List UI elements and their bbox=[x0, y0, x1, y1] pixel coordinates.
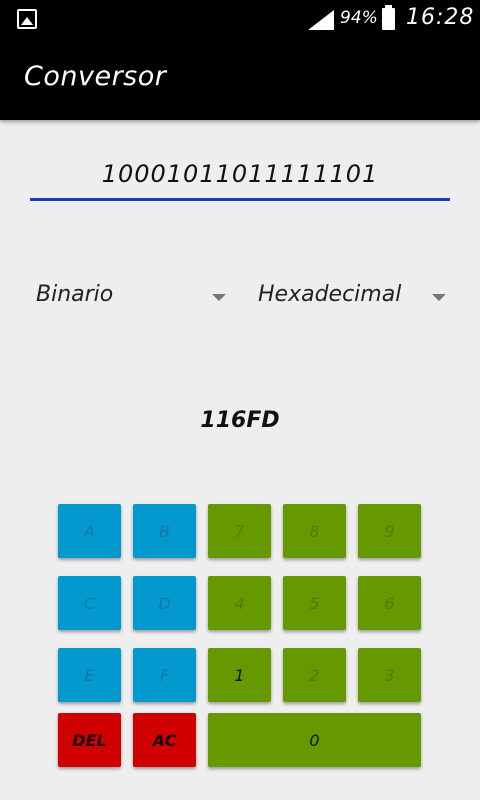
key-b[interactable]: B bbox=[133, 504, 196, 558]
dropdown-arrow-icon bbox=[432, 294, 446, 301]
key-f[interactable]: F bbox=[133, 648, 196, 702]
key-d[interactable]: D bbox=[133, 576, 196, 630]
to-base-selected: Hexadecimal bbox=[258, 282, 402, 307]
from-base-select[interactable]: Binario bbox=[36, 282, 230, 318]
app-title: Conversor bbox=[24, 61, 167, 92]
to-base-select[interactable]: Hexadecimal bbox=[258, 282, 452, 318]
clear-all-button[interactable]: AC bbox=[133, 713, 196, 767]
status-clock: 16:28 bbox=[406, 5, 475, 30]
key-e[interactable]: E bbox=[58, 648, 121, 702]
delete-button[interactable]: DEL bbox=[58, 713, 121, 767]
key-6[interactable]: 6 bbox=[358, 576, 421, 630]
key-c[interactable]: C bbox=[58, 576, 121, 630]
key-0[interactable]: 0 bbox=[208, 713, 421, 767]
battery-percent: 94% bbox=[340, 8, 378, 28]
battery-icon bbox=[382, 5, 395, 30]
key-1[interactable]: 1 bbox=[208, 648, 271, 702]
dropdown-arrow-icon bbox=[212, 294, 226, 301]
conversion-result: 116FD bbox=[200, 408, 280, 433]
key-a[interactable]: A bbox=[58, 504, 121, 558]
key-3[interactable]: 3 bbox=[358, 648, 421, 702]
input-underline bbox=[30, 198, 450, 201]
status-bar: 94% 16:28 bbox=[0, 0, 480, 38]
app-bar: Conversor bbox=[0, 38, 480, 120]
key-4[interactable]: 4 bbox=[208, 576, 271, 630]
key-5[interactable]: 5 bbox=[283, 576, 346, 630]
from-base-selected: Binario bbox=[36, 282, 114, 307]
key-8[interactable]: 8 bbox=[283, 504, 346, 558]
signal-icon bbox=[308, 10, 334, 30]
number-input[interactable]: 10001011011111101 bbox=[30, 160, 450, 188]
key-9[interactable]: 9 bbox=[358, 504, 421, 558]
key-2[interactable]: 2 bbox=[283, 648, 346, 702]
key-7[interactable]: 7 bbox=[208, 504, 271, 558]
image-icon bbox=[17, 9, 37, 29]
